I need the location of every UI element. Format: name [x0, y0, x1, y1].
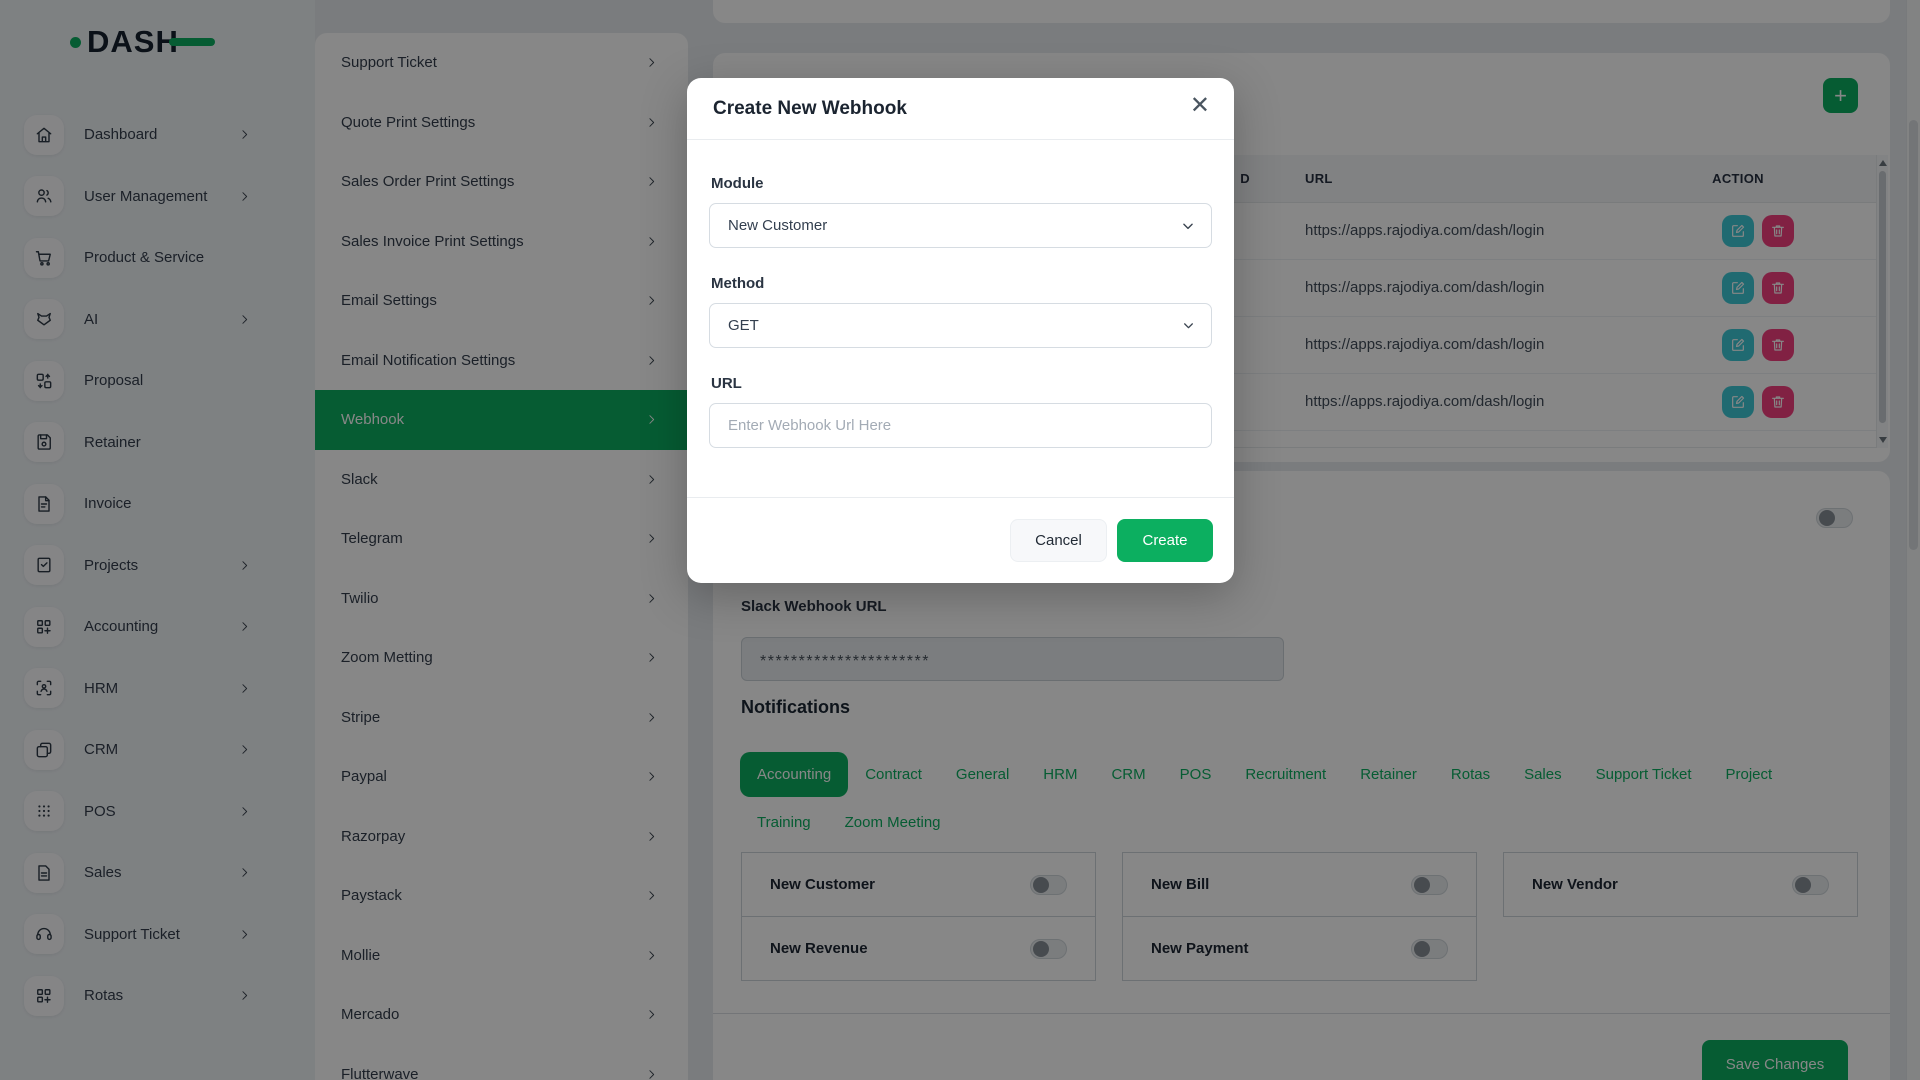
url-label: URL [711, 375, 742, 392]
chevron-down-icon [1182, 319, 1195, 332]
method-select-value: GET [728, 317, 759, 334]
webhook-url-input[interactable]: Enter Webhook Url Here [709, 403, 1212, 448]
module-select[interactable]: New Customer [709, 203, 1212, 248]
create-button[interactable]: Create [1117, 519, 1213, 562]
module-select-value: New Customer [728, 217, 828, 234]
method-label: Method [711, 275, 765, 292]
cancel-button[interactable]: Cancel [1010, 519, 1107, 562]
create-webhook-modal: Create New Webhook ✕ Module New Customer… [687, 78, 1234, 583]
module-label: Module [711, 175, 764, 192]
modal-header: Create New Webhook ✕ [687, 78, 1234, 140]
close-icon[interactable]: ✕ [1190, 94, 1210, 118]
method-select[interactable]: GET [709, 303, 1212, 348]
chevron-down-icon [1181, 219, 1195, 233]
webhook-url-placeholder: Enter Webhook Url Here [728, 417, 892, 434]
modal-footer: Cancel Create [687, 497, 1234, 583]
modal-title: Create New Webhook [713, 98, 907, 119]
